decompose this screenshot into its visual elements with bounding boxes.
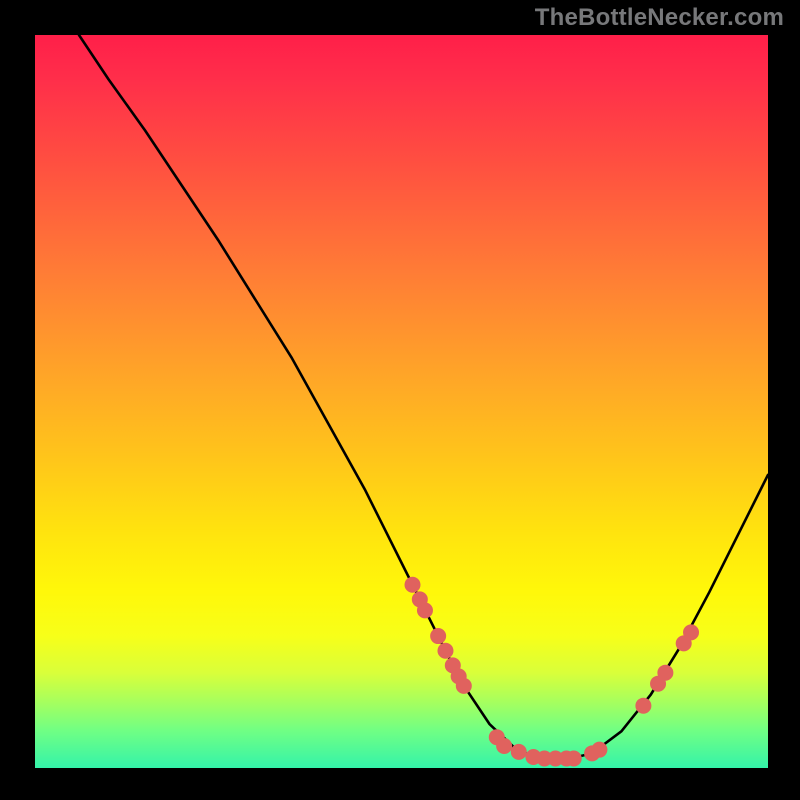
marker-point: [511, 744, 527, 760]
marker-point: [456, 678, 472, 694]
marker-point: [496, 738, 512, 754]
marker-point: [635, 698, 651, 714]
plot-area: [35, 35, 768, 768]
marker-point: [591, 742, 607, 758]
marker-point: [417, 602, 433, 618]
marker-point: [657, 665, 673, 681]
chart-frame: TheBottleNecker.com: [0, 0, 800, 800]
marker-point: [683, 624, 699, 640]
attribution-label: TheBottleNecker.com: [535, 4, 784, 32]
chart-svg: [35, 35, 768, 768]
marker-point: [566, 750, 582, 766]
marker-point: [405, 577, 421, 593]
marker-group: [405, 577, 700, 767]
marker-point: [430, 628, 446, 644]
bottleneck-curve: [79, 35, 768, 758]
marker-point: [437, 643, 453, 659]
